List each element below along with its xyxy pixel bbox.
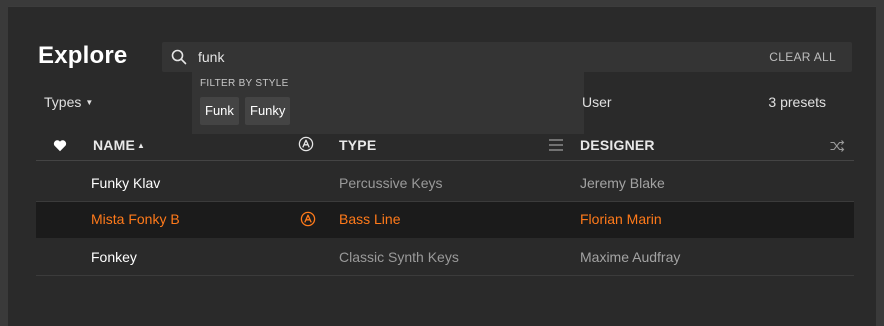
filter-chip-funk[interactable]: Funk: [200, 97, 239, 125]
shuffle-icon[interactable]: [830, 140, 845, 152]
column-header-name[interactable]: NAME ▲: [93, 137, 145, 153]
types-dropdown[interactable]: Types ▼: [44, 94, 93, 110]
heart-icon[interactable]: [53, 139, 67, 152]
preset-name: Mista Fonky B: [91, 211, 180, 227]
preset-designer: Florian Marin: [580, 211, 662, 227]
column-header-type[interactable]: TYPE: [339, 137, 376, 153]
user-filter[interactable]: User: [582, 94, 612, 110]
filter-dropdown: FILTER BY STYLE Funk Funky: [192, 72, 584, 134]
preset-row[interactable]: Fonkey Classic Synth Keys Maxime Audfray: [36, 240, 854, 276]
arturia-logo-icon[interactable]: [298, 136, 314, 152]
types-label: Types: [44, 94, 82, 110]
preset-name: Funky Klav: [91, 175, 161, 191]
preset-type: Percussive Keys: [339, 175, 443, 191]
filter-chip-funky[interactable]: Funky: [245, 97, 291, 125]
page-title: Explore: [38, 42, 128, 69]
search-bar[interactable]: funk CLEAR ALL: [162, 42, 852, 72]
arturia-logo-icon: [300, 211, 316, 227]
preset-type: Bass Line: [339, 211, 401, 227]
search-icon: [171, 49, 187, 65]
preset-row-selected[interactable]: Mista Fonky B Bass Line Florian Marin: [36, 202, 854, 238]
search-input[interactable]: funk: [198, 49, 224, 65]
preset-count: 3 presets: [768, 94, 826, 110]
list-icon[interactable]: [549, 139, 563, 151]
caret-down-icon: ▼: [85, 98, 94, 107]
preset-name: Fonkey: [91, 249, 137, 265]
column-header-designer[interactable]: DESIGNER: [580, 137, 655, 153]
preset-row[interactable]: Funky Klav Percussive Keys Jeremy Blake: [36, 166, 854, 202]
preset-designer: Jeremy Blake: [580, 175, 665, 191]
preset-type: Classic Synth Keys: [339, 249, 459, 265]
filter-heading: FILTER BY STYLE: [200, 78, 289, 89]
sort-ascending-icon: ▲: [137, 141, 146, 150]
header-divider: [36, 160, 854, 161]
clear-all-button[interactable]: CLEAR ALL: [769, 50, 836, 64]
preset-designer: Maxime Audfray: [580, 249, 681, 265]
